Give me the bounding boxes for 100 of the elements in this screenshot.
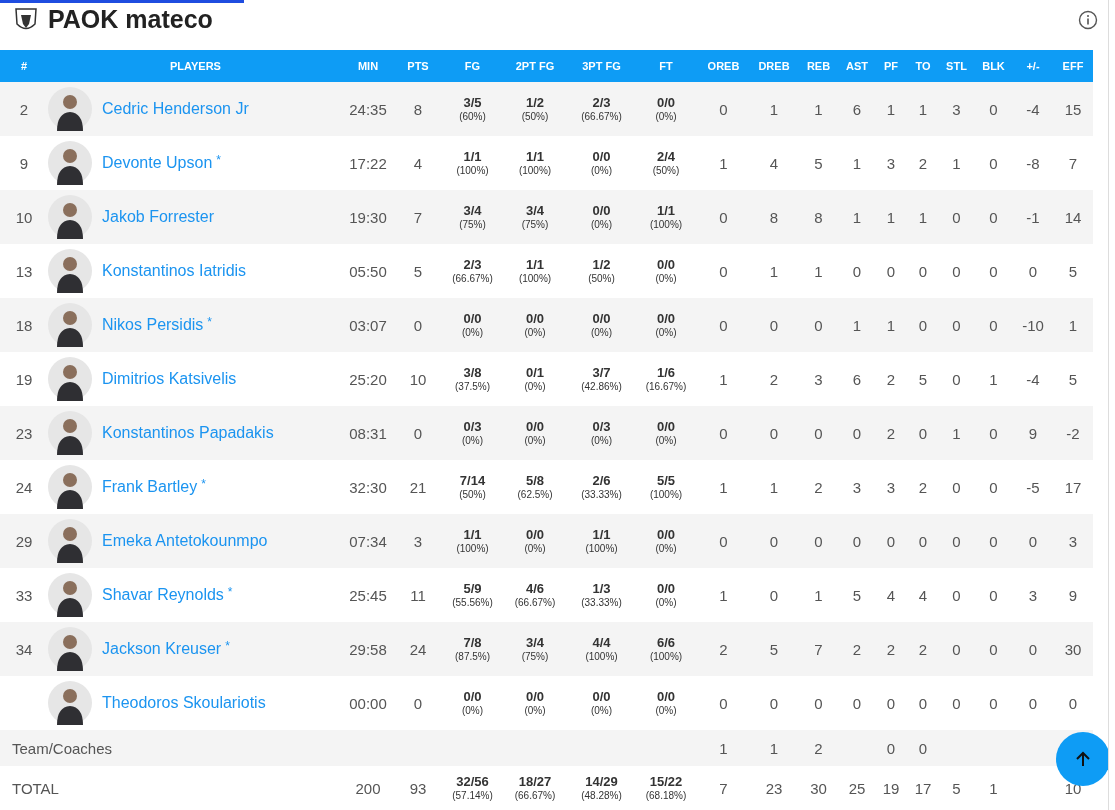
player-link[interactable]: Frank Bartley bbox=[102, 478, 198, 496]
shots-made: 1/3 bbox=[592, 581, 611, 597]
shots-made: 0/0 bbox=[656, 257, 676, 273]
jersey-number: 24 bbox=[15, 478, 33, 496]
column-header[interactable]: MIN bbox=[357, 60, 379, 72]
shots-made: 0/0 bbox=[592, 149, 611, 165]
column-header[interactable]: EFF bbox=[1062, 60, 1084, 72]
column-header[interactable]: TO bbox=[915, 60, 931, 72]
stat-value: 0 bbox=[769, 694, 779, 712]
player-link[interactable]: Shavar Reynolds bbox=[102, 586, 224, 604]
points: 0 bbox=[413, 316, 423, 334]
shot-percentage: (0%) bbox=[461, 434, 484, 447]
stat-value: 0 bbox=[989, 262, 998, 280]
column-header[interactable]: FG bbox=[464, 60, 481, 72]
player-link[interactable]: Devonte Upson bbox=[102, 154, 213, 172]
points: 4 bbox=[413, 154, 423, 172]
stat-value: 0 bbox=[989, 154, 998, 172]
points: 21 bbox=[409, 478, 427, 496]
player-link[interactable]: Cedric Henderson Jr bbox=[102, 100, 249, 118]
player-avatar bbox=[48, 627, 92, 671]
shot-percentage: (55.56%) bbox=[452, 596, 493, 609]
shot-percentage: (0%) bbox=[590, 218, 613, 231]
minutes: 05:50 bbox=[349, 262, 387, 280]
shot-percentage: (66.67%) bbox=[514, 596, 556, 609]
stat-value: 0 bbox=[989, 532, 998, 550]
stat-value: 1 bbox=[886, 208, 896, 226]
shots-made: 0/0 bbox=[592, 689, 611, 705]
shots-made: 2/3 bbox=[463, 257, 482, 273]
shot-percentage: (57.14%) bbox=[452, 789, 493, 802]
jersey-number: 18 bbox=[15, 316, 33, 334]
shots-made: 14/29 bbox=[585, 774, 618, 790]
column-header[interactable]: +/- bbox=[1026, 60, 1040, 72]
shots-made: 5/5 bbox=[656, 473, 676, 489]
player-link[interactable]: Konstantinos Iatridis bbox=[102, 262, 247, 280]
stat-value: 1 bbox=[852, 208, 862, 226]
shot-percentage: (75%) bbox=[459, 218, 486, 231]
column-header[interactable]: 3PT FG bbox=[582, 60, 621, 72]
shots-made: 1/1 bbox=[525, 149, 545, 165]
player-link[interactable]: Theodoros Skoulariotis bbox=[102, 694, 266, 712]
shots-made: 2/6 bbox=[592, 473, 611, 489]
shots-made: 0/0 bbox=[592, 203, 611, 219]
jersey-number: 19 bbox=[15, 370, 33, 388]
shot-percentage: (0%) bbox=[524, 326, 546, 339]
scroll-top-button[interactable] bbox=[1056, 732, 1108, 786]
stat-value: 0 bbox=[989, 478, 998, 496]
column-header[interactable]: PLAYERS bbox=[170, 60, 221, 72]
stat-value: 1 bbox=[918, 100, 928, 118]
shot-percentage: (0%) bbox=[655, 542, 677, 555]
player-link[interactable]: Jakob Forrester bbox=[102, 208, 215, 226]
stat-value: 0 bbox=[814, 316, 823, 334]
shots-made: 0/0 bbox=[656, 311, 676, 327]
info-icon[interactable] bbox=[1078, 9, 1098, 30]
points: 0 bbox=[413, 424, 423, 442]
jersey-number: 2 bbox=[19, 100, 29, 118]
stat-value: 0 bbox=[918, 424, 928, 442]
stat-value: 1 bbox=[719, 154, 728, 172]
player-link[interactable]: Emeka Antetokounmpo bbox=[102, 532, 268, 550]
stat-value: 2 bbox=[886, 640, 896, 658]
player-link[interactable]: Nikos Persidis bbox=[102, 316, 204, 334]
stat-value: 1 bbox=[769, 739, 779, 757]
shot-percentage: (100%) bbox=[456, 164, 489, 177]
jersey-number: 13 bbox=[15, 262, 33, 280]
stat-value: 0 bbox=[952, 208, 961, 226]
column-header[interactable]: FT bbox=[659, 60, 673, 72]
player-avatar bbox=[48, 249, 92, 293]
jersey-number: 23 bbox=[15, 424, 33, 442]
stat-value: 1 bbox=[814, 586, 823, 604]
points: 0 bbox=[413, 694, 423, 712]
column-header[interactable]: AST bbox=[846, 60, 868, 72]
player-link[interactable]: Dimitrios Katsivelis bbox=[102, 370, 237, 388]
column-header[interactable]: PF bbox=[883, 60, 899, 72]
shots-made: 1/6 bbox=[656, 365, 676, 381]
column-header[interactable]: STL bbox=[946, 60, 967, 72]
column-header[interactable]: BLK bbox=[982, 60, 1005, 72]
player-link[interactable]: Konstantinos Papadakis bbox=[102, 424, 274, 442]
stat-value: 0 bbox=[918, 316, 928, 334]
player-avatar bbox=[48, 195, 92, 239]
shot-percentage: (0%) bbox=[655, 326, 677, 339]
stat-value: 1 bbox=[886, 100, 896, 118]
jersey-number: 10 bbox=[15, 208, 33, 226]
column-header[interactable]: OREB bbox=[707, 60, 740, 72]
stat-value: 19 bbox=[882, 779, 900, 797]
shot-percentage: (42.86%) bbox=[581, 380, 622, 393]
column-header[interactable]: PTS bbox=[407, 60, 429, 72]
column-header[interactable]: # bbox=[20, 60, 28, 72]
minutes: 08:31 bbox=[349, 424, 387, 442]
shots-made: 3/4 bbox=[525, 635, 545, 651]
shot-percentage: (0%) bbox=[524, 542, 546, 555]
stat-value: 0 bbox=[989, 640, 998, 658]
player-link[interactable]: Jackson Kreuser bbox=[102, 640, 222, 658]
column-header[interactable]: DREB bbox=[758, 60, 790, 72]
column-header[interactable]: REB bbox=[806, 60, 831, 72]
shots-made: 4/4 bbox=[592, 635, 611, 651]
stat-value: 0 bbox=[989, 316, 998, 334]
shots-made: 0/0 bbox=[525, 311, 545, 327]
stat-value: 2 bbox=[769, 370, 779, 388]
shot-percentage: (100%) bbox=[649, 650, 683, 663]
column-header[interactable]: 2PT FG bbox=[515, 60, 555, 72]
points: 11 bbox=[410, 586, 426, 604]
stat-value: 1 bbox=[852, 154, 862, 172]
